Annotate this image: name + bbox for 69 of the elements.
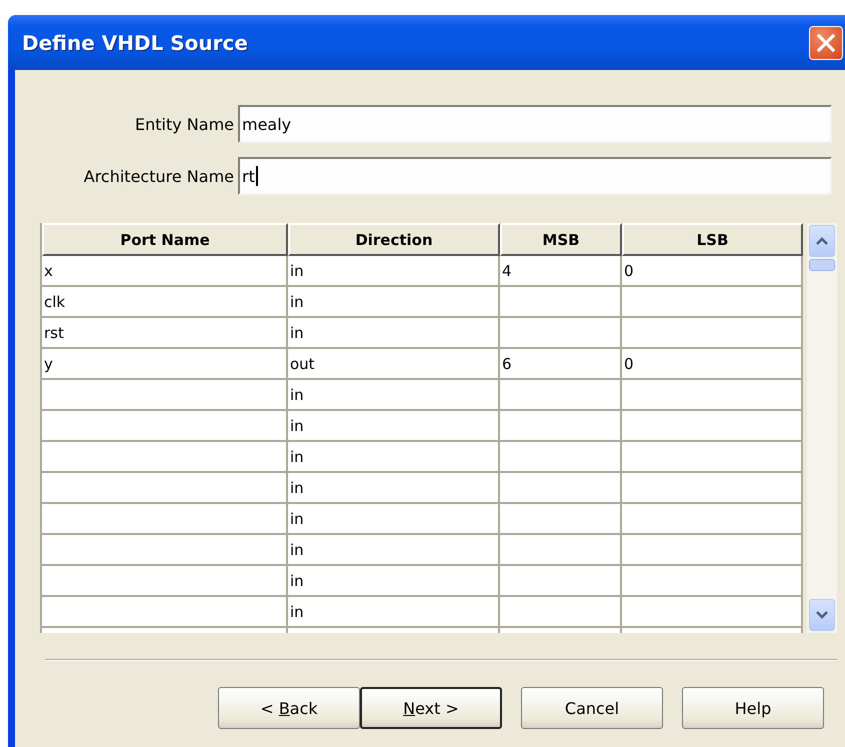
table-cell[interactable]: in <box>288 318 500 349</box>
scroll-up-button[interactable] <box>809 225 835 257</box>
table-cell[interactable] <box>42 597 288 628</box>
column-header[interactable]: LSB <box>622 223 803 256</box>
table-cell[interactable]: rst <box>42 318 288 349</box>
table-cell[interactable] <box>622 318 803 349</box>
table-cell[interactable]: clk <box>42 287 288 318</box>
table-cell[interactable]: in <box>288 566 500 597</box>
table-cell[interactable] <box>42 380 288 411</box>
table-cell[interactable] <box>500 566 622 597</box>
table-cell[interactable] <box>500 504 622 535</box>
table-cell[interactable] <box>500 318 622 349</box>
table-cell[interactable]: in <box>288 597 500 628</box>
table-cell[interactable] <box>500 442 622 473</box>
table-cell[interactable] <box>42 411 288 442</box>
table-cell[interactable]: in <box>288 287 500 318</box>
table-cell[interactable] <box>622 287 803 318</box>
column-header[interactable]: Port Name <box>42 223 288 256</box>
table-cell[interactable] <box>500 287 622 318</box>
table-cell[interactable] <box>42 566 288 597</box>
close-icon <box>815 32 837 54</box>
scroll-thumb[interactable] <box>809 259 835 271</box>
column-header[interactable]: MSB <box>500 223 622 256</box>
table-cell[interactable]: in <box>288 473 500 504</box>
table-cell[interactable]: 6 <box>500 349 622 380</box>
table-cell[interactable]: 4 <box>500 256 622 287</box>
table-cell[interactable] <box>42 442 288 473</box>
dialog-button[interactable]: Cancel <box>521 687 663 729</box>
table-cell[interactable]: 0 <box>622 349 803 380</box>
table-cell[interactable] <box>622 473 803 504</box>
table-cell[interactable]: in <box>288 256 500 287</box>
table-cell[interactable] <box>42 535 288 566</box>
table-cell[interactable] <box>500 473 622 504</box>
table-cell[interactable]: 0 <box>622 256 803 287</box>
table-cell[interactable]: in <box>288 504 500 535</box>
chevron-up-icon <box>815 236 829 246</box>
table-cell[interactable] <box>42 473 288 504</box>
table-cell[interactable] <box>622 504 803 535</box>
window-title: Define VHDL Source <box>22 30 248 54</box>
table-cell[interactable] <box>622 442 803 473</box>
field-label: Entity Name <box>134 114 234 134</box>
field-label: Architecture Name <box>82 166 234 186</box>
close-button[interactable] <box>809 26 843 60</box>
table-cell[interactable]: in <box>288 442 500 473</box>
column-header[interactable]: Direction <box>288 223 500 256</box>
dialog-button[interactable]: < Back <box>218 687 360 729</box>
vertical-scrollbar[interactable] <box>807 223 837 633</box>
table-cell[interactable] <box>622 566 803 597</box>
table-cell[interactable]: out <box>288 349 500 380</box>
table-cell[interactable] <box>42 504 288 535</box>
text-field[interactable]: mealy <box>238 105 832 143</box>
table-cell[interactable] <box>500 380 622 411</box>
table-cell[interactable]: y <box>42 349 288 380</box>
table-cell[interactable]: in <box>288 535 500 566</box>
chevron-down-icon <box>815 610 829 620</box>
table-cell[interactable] <box>622 535 803 566</box>
scroll-down-button[interactable] <box>809 599 835 631</box>
table-cell[interactable]: x <box>42 256 288 287</box>
table-cell[interactable] <box>500 535 622 566</box>
text-field[interactable]: rt <box>238 157 832 195</box>
table-cell[interactable] <box>500 597 622 628</box>
table-cell[interactable] <box>622 411 803 442</box>
table-cell[interactable]: in <box>288 411 500 442</box>
table-cell[interactable] <box>622 597 803 628</box>
table-cell[interactable] <box>622 380 803 411</box>
table-cell[interactable]: in <box>288 380 500 411</box>
table-cell[interactable] <box>500 411 622 442</box>
dialog-button[interactable]: Next > <box>360 687 502 729</box>
dialog-button[interactable]: Help <box>682 687 824 729</box>
